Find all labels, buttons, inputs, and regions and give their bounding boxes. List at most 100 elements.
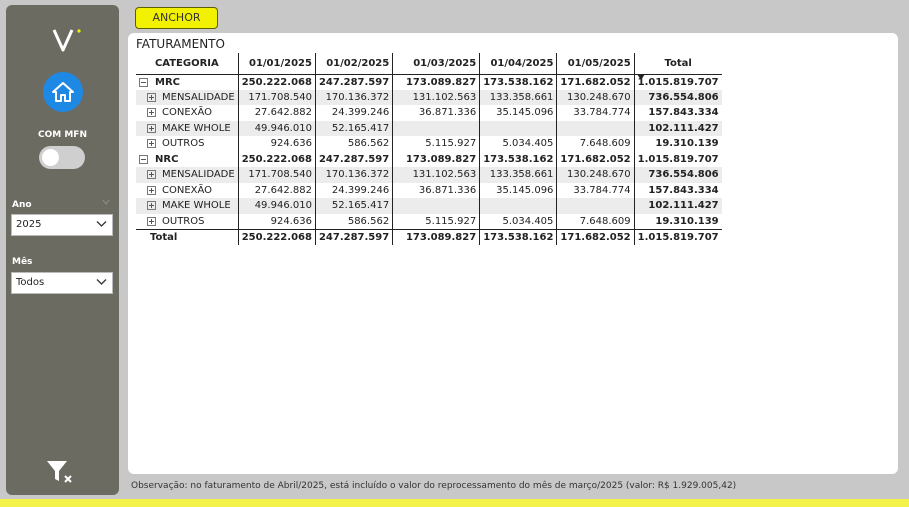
toggle-plus-bar — [151, 141, 152, 147]
value-cell: 5.115.927 — [392, 136, 480, 152]
row-header-cell: MRC — [136, 74, 238, 90]
grand-total-cell: 247.287.597 — [314, 228, 393, 245]
toggle-minus-bar — [141, 158, 146, 160]
row-header-cell: MAKE WHOLE — [136, 120, 239, 136]
table-row: MENSALIDADE 171.708.540 170.136.372 131.102… — [136, 167, 722, 183]
expand-icon[interactable] — [147, 123, 156, 133]
value-cell: 33.784.774 — [556, 182, 635, 198]
slicer-caret-icon — [102, 199, 110, 205]
value-cell — [392, 120, 480, 136]
expand-icon[interactable] — [147, 139, 156, 149]
value-cell: 5.034.405 — [479, 213, 557, 229]
column-header[interactable]: CATEGORIA — [136, 53, 239, 75]
value-cell: 35.145.096 — [479, 105, 557, 121]
value-cell: 924.636 — [237, 136, 316, 152]
value-cell: 33.784.774 — [556, 105, 635, 121]
value-cell: 173.538.162 — [479, 74, 557, 90]
value-cell: 170.136.372 — [314, 89, 393, 105]
value-cell: 24.399.246 — [314, 182, 393, 198]
value-cell: 49.946.010 — [237, 120, 316, 136]
group-row: NRC 250.222.068 247.287.597 173.089.827 173.… — [136, 151, 722, 168]
row-label: NRC — [155, 153, 179, 165]
value-cell: 36.871.336 — [392, 182, 480, 198]
row-total-cell: 102.111.427 — [633, 198, 722, 214]
row-label-wrap: NRC — [139, 152, 235, 167]
value-cell: 130.248.670 — [556, 167, 635, 183]
row-header-cell: MENSALIDADE — [136, 89, 239, 105]
clear-filter-icon[interactable] — [46, 459, 74, 485]
mes-value: Todos — [16, 277, 45, 288]
collapse-icon[interactable] — [139, 154, 148, 164]
value-cell: 52.165.417 — [314, 120, 393, 136]
value-cell: 924.636 — [237, 213, 316, 229]
row-total-cell: 19.310.139 — [633, 213, 722, 229]
table-row: MAKE WHOLE 49.946.010 52.165.417 102.111.42… — [136, 198, 722, 214]
expand-icon[interactable] — [147, 201, 156, 211]
row-header-cell: OUTROS — [136, 136, 238, 152]
row-label: MENSALIDADE — [162, 169, 235, 181]
anchor-button[interactable]: ANCHOR — [135, 7, 218, 29]
value-cell: 171.708.540 — [237, 89, 316, 105]
toggle-knob — [42, 149, 59, 166]
column-header[interactable]: 01/04/2025 — [479, 53, 557, 75]
row-label-wrap: MENSALIDADE — [147, 167, 235, 182]
toggle-plus-bar — [151, 110, 152, 116]
ano-dropdown[interactable]: 2025 — [11, 214, 113, 236]
row-header-cell: CONEXÃO — [136, 183, 238, 199]
grand-total-cell: 173.538.162 — [479, 228, 557, 245]
value-cell: 250.222.068 — [237, 151, 316, 167]
grand-total-cell: 1.015.819.707 — [633, 228, 722, 245]
expand-icon[interactable] — [147, 185, 156, 195]
column-header[interactable]: 01/03/2025 — [392, 53, 480, 75]
row-label-wrap: MAKE WHOLE — [147, 121, 235, 136]
value-cell: 5.115.927 — [392, 213, 480, 229]
chevron-down-icon — [96, 221, 107, 227]
value-cell: 173.538.162 — [479, 151, 557, 167]
toggle-plus-bar — [151, 125, 152, 131]
row-header-cell: NRC — [136, 152, 238, 168]
value-cell: 247.287.597 — [314, 151, 393, 167]
row-total-cell: 736.554.806 — [633, 89, 722, 105]
row-total-cell: 1.015.819.707 — [633, 74, 722, 90]
expand-icon[interactable] — [147, 216, 156, 226]
row-total-cell: 736.554.806 — [633, 167, 722, 183]
value-cell: 170.136.372 — [314, 167, 393, 183]
row-label: CONEXÃO — [162, 107, 213, 119]
expand-icon[interactable] — [147, 92, 156, 102]
group-row: MRC 250.222.068 247.287.597 173.089.827 173.… — [136, 74, 722, 90]
value-cell: 250.222.068 — [237, 74, 316, 90]
report-title: FATURAMENTO — [136, 37, 225, 51]
report-panel: FATURAMENTO CATEGORIA 01/01/2025 01/02/2… — [128, 33, 898, 474]
value-cell — [479, 120, 557, 136]
toggle-plus-bar — [151, 172, 152, 178]
column-header[interactable]: 01/01/2025 — [237, 53, 316, 75]
collapse-icon[interactable] — [139, 77, 148, 87]
column-header[interactable]: 01/05/2025 — [556, 53, 635, 75]
footer-note: Observação: no faturamento de Abril/2025… — [131, 481, 737, 491]
row-label: MENSALIDADE — [162, 91, 235, 103]
value-cell: 171.682.052 — [556, 151, 635, 167]
expand-icon[interactable] — [147, 108, 156, 118]
column-header[interactable]: 01/02/2025 — [314, 53, 393, 75]
row-label: CONEXÃO — [162, 184, 213, 196]
grand-total-label: Total — [136, 228, 239, 245]
table-row: MENSALIDADE 171.708.540 170.136.372 131.102… — [136, 89, 722, 105]
row-total-cell: 157.843.334 — [633, 182, 722, 198]
total-header-label: Total — [664, 57, 692, 69]
value-cell: 49.946.010 — [237, 198, 316, 214]
row-total-cell: 19.310.139 — [633, 136, 722, 152]
home-button[interactable] — [43, 72, 83, 112]
home-icon — [52, 82, 74, 102]
mfn-toggle[interactable] — [39, 146, 85, 169]
row-total-cell: 1.015.819.707 — [633, 151, 722, 167]
expand-icon[interactable] — [147, 170, 156, 180]
value-cell: 35.145.096 — [479, 182, 557, 198]
row-header-cell: CONEXÃO — [136, 105, 238, 121]
value-cell: 586.562 — [314, 136, 393, 152]
table-row: CONEXÃO 27.642.882 24.399.246 36.871.336 35.… — [136, 105, 722, 121]
value-cell: 586.562 — [314, 213, 393, 229]
row-label-wrap: MRC — [139, 75, 235, 90]
mes-dropdown[interactable]: Todos — [11, 272, 113, 294]
column-header-total[interactable]: Total — [633, 53, 722, 80]
value-cell: 131.102.563 — [392, 167, 480, 183]
